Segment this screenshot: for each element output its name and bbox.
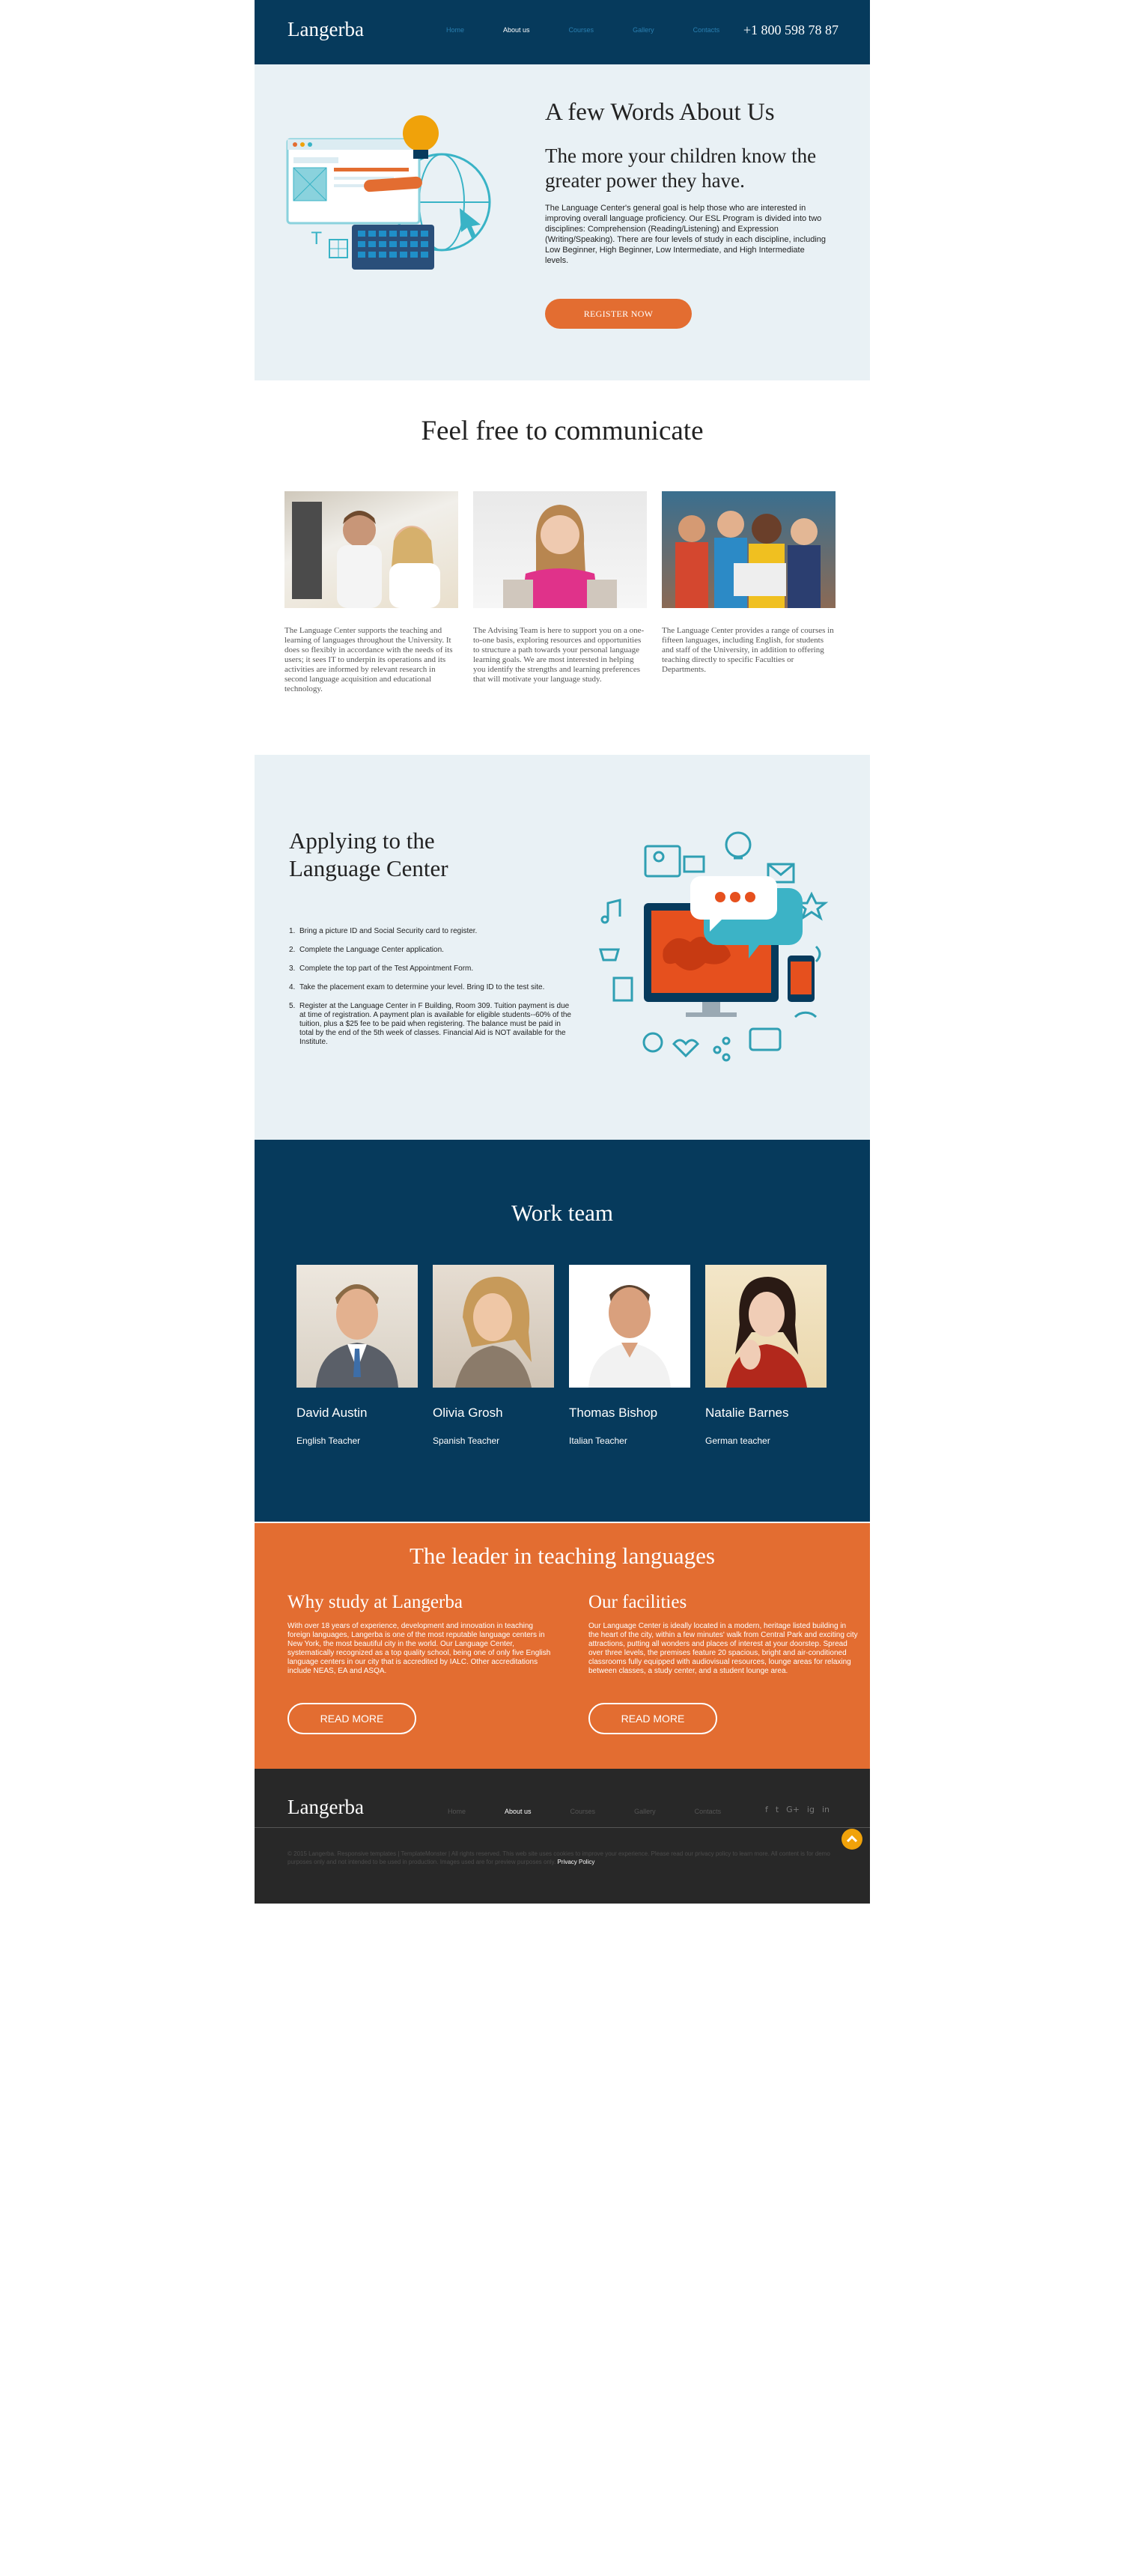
list-item: 4. Take the placement exam to determine y… [289,983,545,991]
team-member: Olivia Grosh Spanish Teacher [433,1265,554,1446]
leader-section: The leader in teaching languages Why stu… [255,1522,870,1769]
card-text: The Language Center supports the teachin… [284,626,453,693]
communicate-title: Feel free to communicate [421,416,704,446]
team-member: David Austin English Teacher [296,1265,418,1446]
member-photo [705,1265,827,1388]
chevron-up-icon [846,1835,858,1843]
footer-nav-home[interactable]: Home [448,1808,466,1815]
about-section: T A few Words About Us The more your chi… [255,64,870,380]
team-member: Natalie Barnes German teacher [705,1265,827,1446]
about-title: A few Words About Us [545,99,775,126]
student-girl-photo [473,491,647,608]
info-card: The Advising Team is here to support you… [473,491,647,684]
why-study-text: With over 18 years of experience, develo… [287,1622,551,1675]
list-item: 3. Complete the top part of the Test Appo… [289,965,474,973]
page: Langerba Home About us Courses Gallery C… [255,0,870,1904]
nav-home[interactable]: Home [446,26,464,34]
footer-nav-contacts[interactable]: Contacts [695,1808,722,1815]
card-text: The Language Center provides a range of … [662,626,834,674]
social-links: f t G+ ig in [765,1805,830,1814]
footer-nav-courses[interactable]: Courses [570,1808,596,1815]
team-title: Work team [511,1200,614,1226]
footer-divider [255,1827,870,1828]
apply-steps: 1. Bring a picture ID and Social Security… [289,927,573,1057]
footer-nav-about[interactable]: About us [505,1808,532,1815]
site-header: Langerba Home About us Courses Gallery C… [255,0,870,64]
member-photo [296,1265,418,1388]
member-role: Italian Teacher [569,1436,627,1446]
back-to-top-button[interactable] [842,1829,862,1850]
copyright: © 2015 Langerba. Responsive templates | … [287,1850,830,1865]
footer-nav-gallery[interactable]: Gallery [634,1808,656,1815]
register-now-button[interactable]: REGISTER NOW [545,299,692,329]
list-item: 5. Register at the Language Center in F B… [289,1002,571,1046]
site-footer: Langerba Home About us Courses Gallery C… [255,1769,870,1904]
leader-title: The leader in teaching languages [410,1543,715,1569]
footer-logo[interactable]: Langerba [287,1796,364,1819]
nav-about[interactable]: About us [503,26,530,34]
apply-section: Applying to the Language Center 1. Bring … [255,755,870,1140]
facilities-title: Our facilities [588,1592,687,1612]
team-section: Work team David Austin English Teacher O… [255,1140,870,1522]
nav-gallery[interactable]: Gallery [633,26,654,34]
linkedin-icon[interactable]: in [822,1805,830,1814]
member-name: David Austin [296,1406,368,1420]
about-subtitle: The more your children know the greater … [545,145,817,192]
team-member: Thomas Bishop Italian Teacher [569,1265,690,1446]
phone-number: +1 800 598 78 87 [743,22,839,37]
footer-nav: Home About us Courses Gallery Contacts [448,1808,760,1815]
communication-illustration [599,831,829,1062]
nav-contacts[interactable]: Contacts [693,26,720,34]
member-role: German teacher [705,1436,770,1446]
computer-illustration: T [286,115,491,270]
nav-courses[interactable]: Courses [569,26,594,34]
google-plus-icon[interactable]: G+ [786,1805,800,1814]
communicate-section: Feel free to communicate The Language Ce… [255,380,870,755]
main-nav: Home About us Courses Gallery Contacts [446,26,758,34]
member-photo [569,1265,690,1388]
group-students-photo [662,491,836,608]
facilities-column: Our facilities Our Language Center is id… [588,1592,858,1676]
member-role: English Teacher [296,1436,361,1446]
member-photo [433,1265,554,1388]
read-more-button[interactable]: READ MORE [588,1703,717,1734]
why-study-column: Why study at Langerba With over 18 years… [287,1592,557,1676]
info-card: The Language Center supports the teachin… [284,491,458,694]
member-name: Thomas Bishop [569,1406,658,1420]
students-laptop-photo [284,491,458,608]
info-card: The Language Center provides a range of … [662,491,836,675]
list-item: 1. Bring a picture ID and Social Security… [289,927,478,935]
facilities-text: Our Language Center is ideally located i… [588,1622,858,1675]
member-role: Spanish Teacher [433,1436,500,1446]
about-text: The Language Center's general goal is he… [545,204,827,265]
member-name: Natalie Barnes [705,1406,789,1420]
facebook-icon[interactable]: f [765,1805,768,1814]
list-item: 2. Complete the Language Center applicati… [289,946,444,954]
instagram-icon[interactable]: ig [807,1805,815,1814]
read-more-button[interactable]: READ MORE [287,1703,416,1734]
logo[interactable]: Langerba [287,18,364,41]
member-name: Olivia Grosh [433,1406,503,1420]
apply-title: Applying to the Language Center [289,827,448,881]
privacy-policy-link[interactable]: Privacy Policy [558,1859,595,1865]
card-text: The Advising Team is here to support you… [473,626,645,684]
twitter-icon[interactable]: t [776,1805,779,1814]
svg-text:T: T [311,230,322,249]
why-study-title: Why study at Langerba [287,1592,463,1612]
